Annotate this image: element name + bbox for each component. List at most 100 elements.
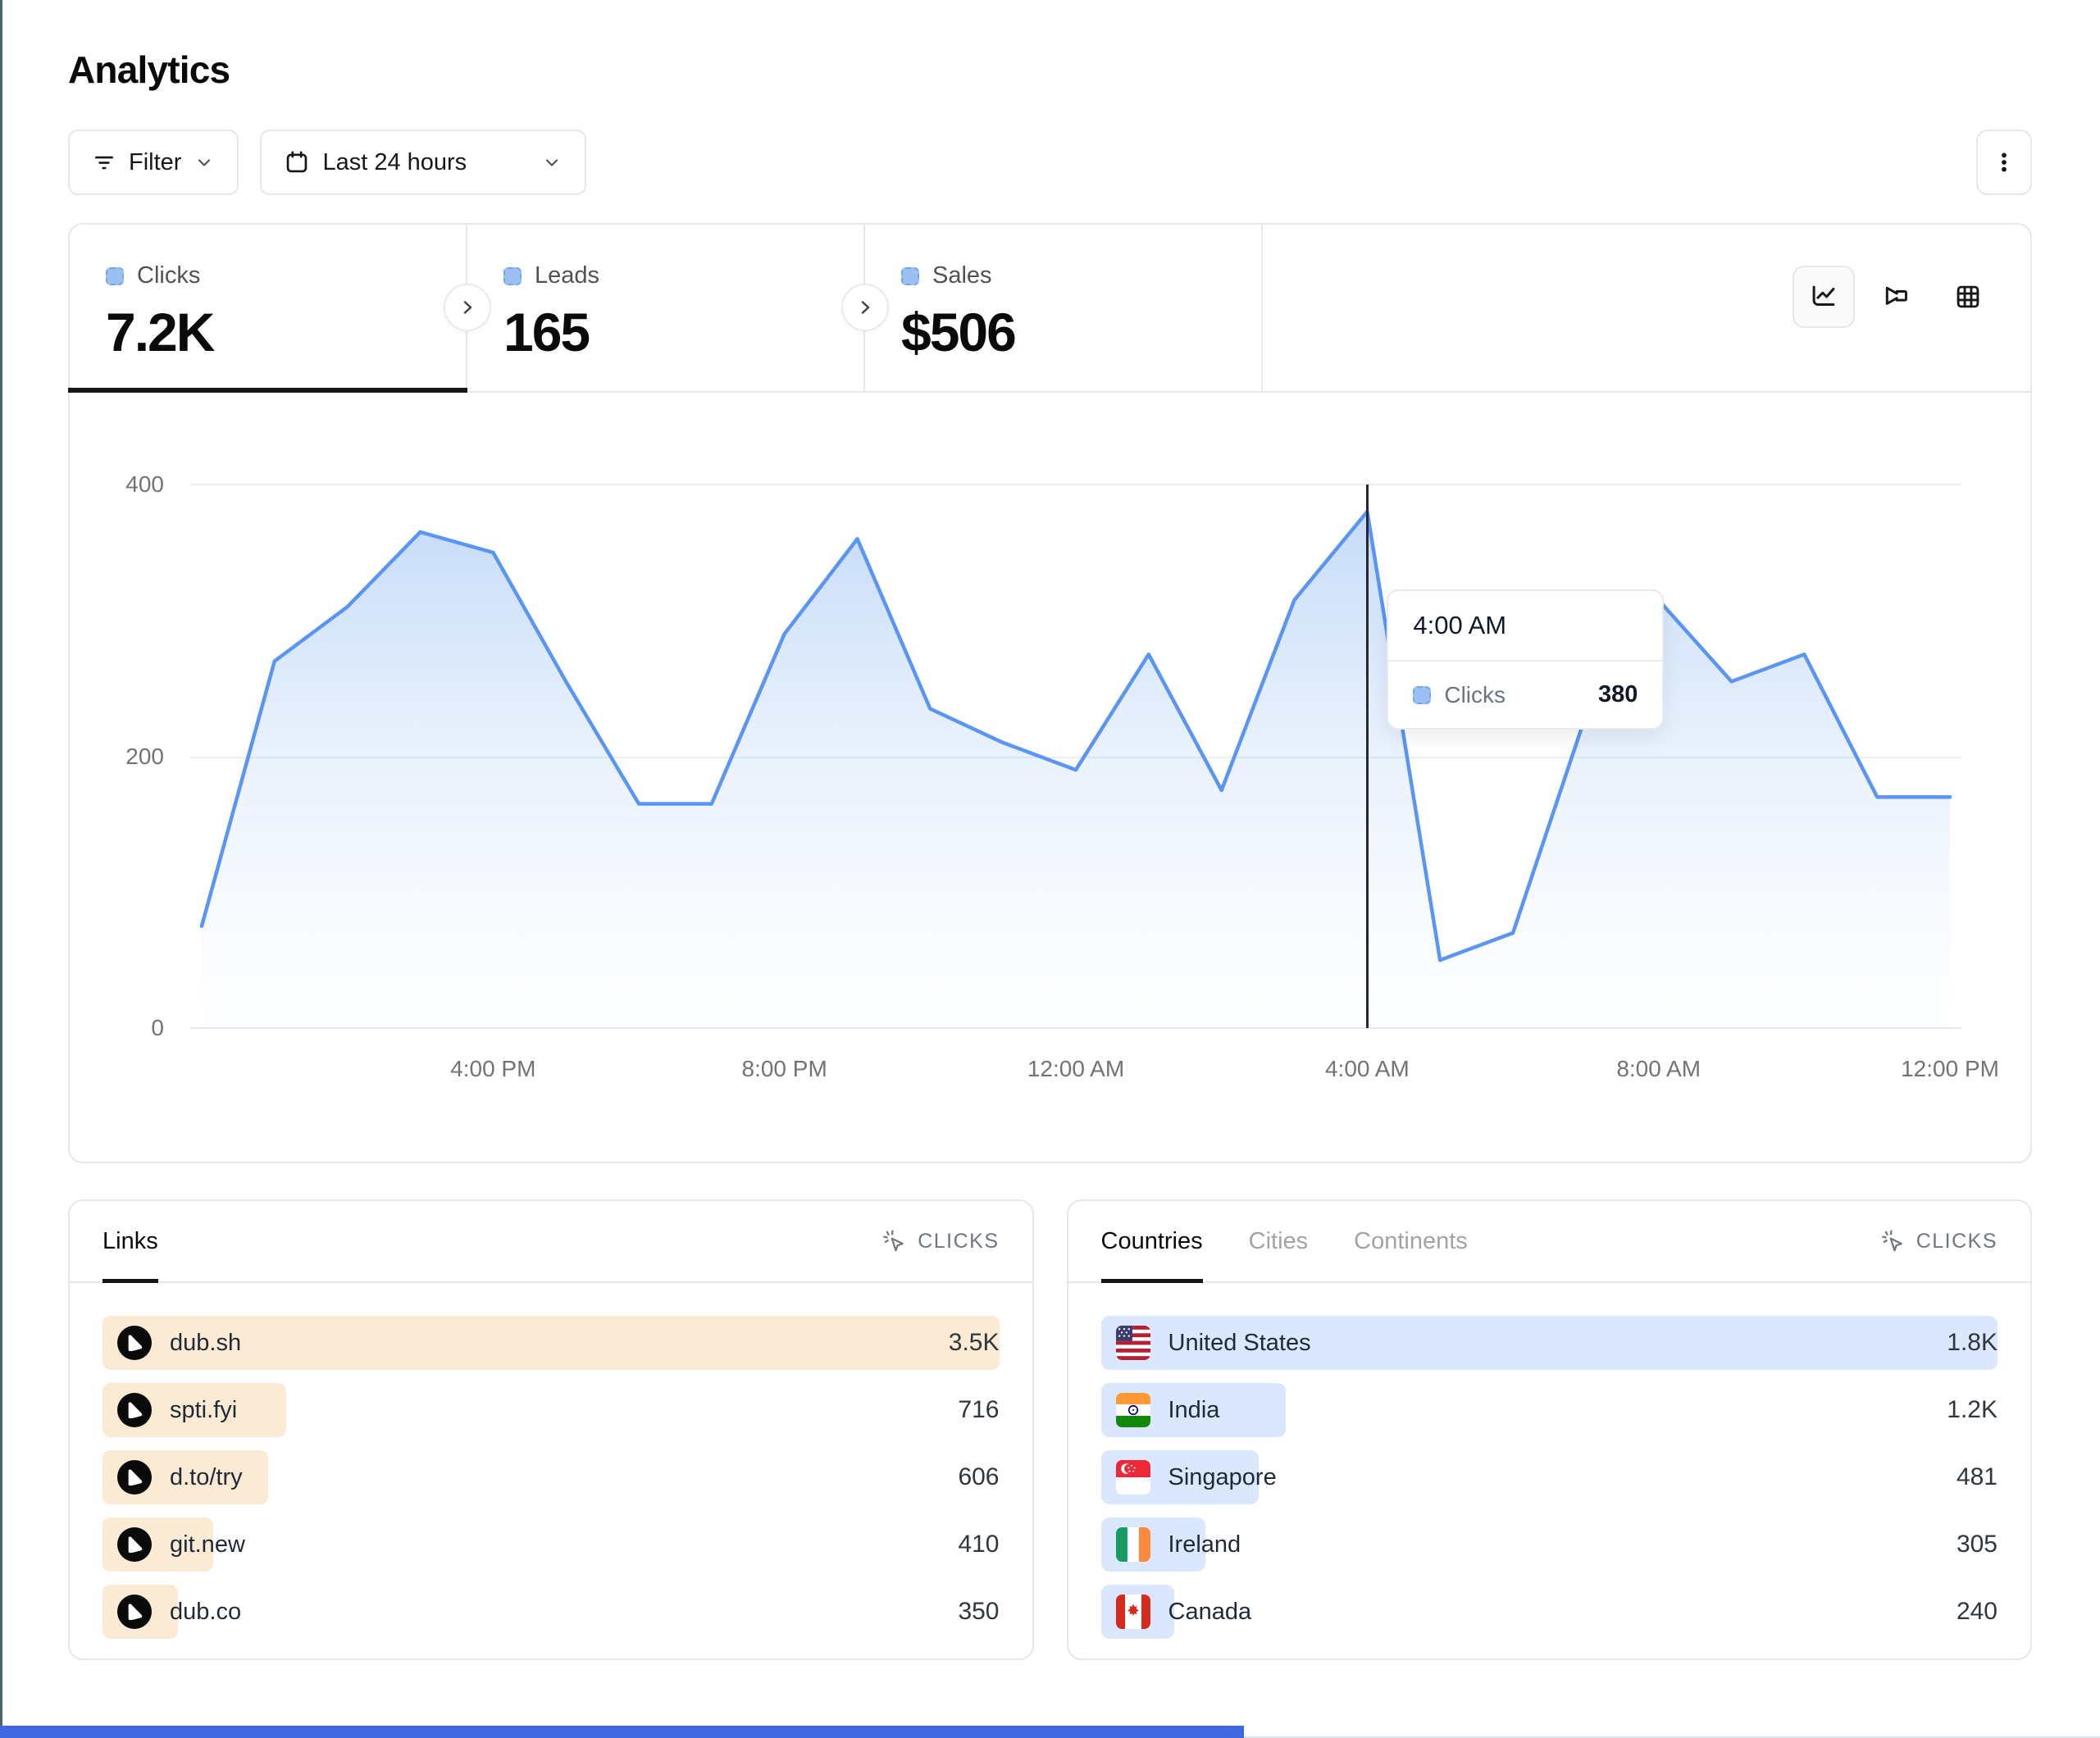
country-clicks-value: 240: [1957, 1598, 1998, 1626]
filter-icon: [93, 151, 116, 174]
dub-logo-icon: [117, 1527, 152, 1562]
chevron-down-icon: [542, 152, 562, 172]
chart-tooltip: 4:00 AM Clicks 380: [1387, 589, 1664, 730]
tab-leads[interactable]: Leads 165: [467, 225, 865, 391]
clicks-timeseries-chart: 400 200 0 4:00 AM: [70, 393, 2030, 1162]
link-clicks-value: 410: [958, 1531, 999, 1558]
metric-label: Sales: [932, 262, 992, 289]
dub-logo-icon: [117, 1393, 152, 1427]
calendar-icon: [285, 150, 309, 175]
sales-legend-swatch: [901, 267, 919, 285]
link-clicks-value: 350: [958, 1598, 999, 1626]
link-row[interactable]: git.new 410: [102, 1517, 1000, 1572]
tab-countries[interactable]: Countries: [1101, 1201, 1203, 1281]
country-row[interactable]: Canada 240: [1101, 1585, 1998, 1639]
link-row[interactable]: dub.sh 3.5K: [102, 1316, 1000, 1370]
links-rows: dub.sh 3.5K spti.fyi 716 d: [70, 1283, 1032, 1639]
geo-panel-header: Countries Cities Continents CLICKS: [1068, 1201, 2031, 1283]
tab-continents[interactable]: Continents: [1354, 1201, 1468, 1281]
country-name: India: [1168, 1397, 1220, 1424]
flag-canada-icon: [1116, 1595, 1150, 1629]
filter-button-label: Filter: [129, 149, 181, 176]
x-tick-label: 8:00 PM: [742, 1056, 827, 1082]
geo-metric-label: CLICKS: [1916, 1230, 1998, 1253]
metric-tabs-row: Clicks 7.2K Leads 165 Sales $506: [70, 225, 2030, 393]
expand-leads-sales-button[interactable]: [841, 284, 889, 331]
filter-button[interactable]: Filter: [68, 130, 239, 195]
tab-links[interactable]: Links: [102, 1201, 158, 1281]
metric-label: Leads: [535, 262, 599, 289]
links-metric-badge[interactable]: CLICKS: [881, 1229, 999, 1253]
geo-rows: United States 1.8K India 1.2K: [1068, 1283, 2031, 1639]
x-tick-label: 12:00 PM: [1901, 1056, 1999, 1082]
country-name: Ireland: [1168, 1531, 1241, 1558]
y-tick-400: 400: [90, 471, 164, 498]
tab-clicks[interactable]: Clicks 7.2K: [70, 225, 467, 391]
links-metric-label: CLICKS: [918, 1230, 999, 1253]
flag-india-icon: [1116, 1393, 1150, 1427]
more-options-button[interactable]: [1976, 130, 2032, 195]
dub-logo-icon: [117, 1595, 152, 1629]
table-grid-toggle[interactable]: [1937, 266, 1999, 328]
metric-value: 165: [503, 301, 863, 363]
funnel-chart-icon: [1880, 281, 1911, 312]
chart-type-toggles: [1793, 225, 2030, 391]
flag-ireland-icon: [1116, 1527, 1150, 1562]
chevron-down-icon: [194, 152, 214, 172]
tooltip-clicks-swatch: [1413, 686, 1431, 704]
link-row[interactable]: d.to/try 606: [102, 1450, 1000, 1504]
country-row[interactable]: Ireland 305: [1101, 1517, 1998, 1572]
chevron-right-icon: [458, 298, 477, 317]
link-clicks-value: 3.5K: [949, 1329, 1000, 1357]
tooltip-series-label: Clicks: [1444, 682, 1506, 708]
link-clicks-value: 716: [958, 1396, 999, 1424]
tooltip-value: 380: [1598, 681, 1638, 708]
tab-sales[interactable]: Sales $506: [865, 225, 1263, 391]
y-tick-200: 200: [90, 744, 164, 770]
country-row[interactable]: Singapore 481: [1101, 1450, 1998, 1504]
expand-clicks-leads-button[interactable]: [444, 284, 491, 331]
area-chart-svg[interactable]: [190, 485, 1961, 1028]
line-chart-icon: [1808, 281, 1839, 312]
link-name: spti.fyi: [170, 1397, 237, 1424]
date-range-label: Last 24 hours: [322, 149, 467, 176]
dub-logo-icon: [117, 1326, 152, 1360]
breakdown-panels: Links CLICKS dub.sh 3.5K: [68, 1199, 2032, 1660]
analytics-page: Analytics Filter Last 24 hours: [0, 0, 2100, 1660]
geo-metric-badge[interactable]: CLICKS: [1880, 1229, 1998, 1253]
link-name: d.to/try: [170, 1464, 243, 1491]
link-name: dub.co: [170, 1599, 241, 1626]
hover-cursor-line: [1366, 485, 1369, 1028]
metric-value: $506: [901, 301, 1261, 363]
leads-legend-swatch: [503, 267, 522, 285]
date-range-button[interactable]: Last 24 hours: [260, 130, 586, 195]
kebab-menu-icon: [1993, 150, 2015, 175]
x-tick-label: 4:00 AM: [1325, 1056, 1410, 1082]
links-panel: Links CLICKS dub.sh 3.5K: [68, 1199, 1034, 1660]
country-name: Singapore: [1168, 1464, 1277, 1491]
country-row[interactable]: India 1.2K: [1101, 1383, 1998, 1437]
link-row[interactable]: spti.fyi 716: [102, 1383, 1000, 1437]
cursor-click-icon: [1880, 1229, 1905, 1253]
link-name: git.new: [170, 1531, 245, 1558]
bottom-accent-strip: [0, 1726, 1244, 1738]
country-name: United States: [1168, 1330, 1311, 1357]
metric-value: 7.2K: [106, 301, 466, 363]
link-row[interactable]: dub.co 350: [102, 1585, 1000, 1639]
dub-logo-icon: [117, 1460, 152, 1495]
x-tick-label: 4:00 PM: [450, 1056, 535, 1082]
line-chart-toggle[interactable]: [1793, 266, 1855, 328]
metric-label: Clicks: [137, 262, 200, 289]
geo-panel: Countries Cities Continents CLICKS Unite…: [1067, 1199, 2033, 1660]
country-name: Canada: [1168, 1599, 1252, 1626]
cursor-click-icon: [881, 1229, 906, 1253]
country-clicks-value: 481: [1957, 1463, 1998, 1491]
country-row[interactable]: United States 1.8K: [1101, 1316, 1998, 1370]
country-clicks-value: 1.2K: [1947, 1396, 1998, 1424]
x-tick-label: 8:00 AM: [1616, 1056, 1701, 1082]
y-tick-0: 0: [90, 1015, 164, 1041]
clicks-legend-swatch: [106, 267, 124, 285]
x-tick-label: 12:00 AM: [1027, 1056, 1124, 1082]
tab-cities[interactable]: Cities: [1249, 1201, 1309, 1281]
funnel-chart-toggle[interactable]: [1865, 266, 1927, 328]
